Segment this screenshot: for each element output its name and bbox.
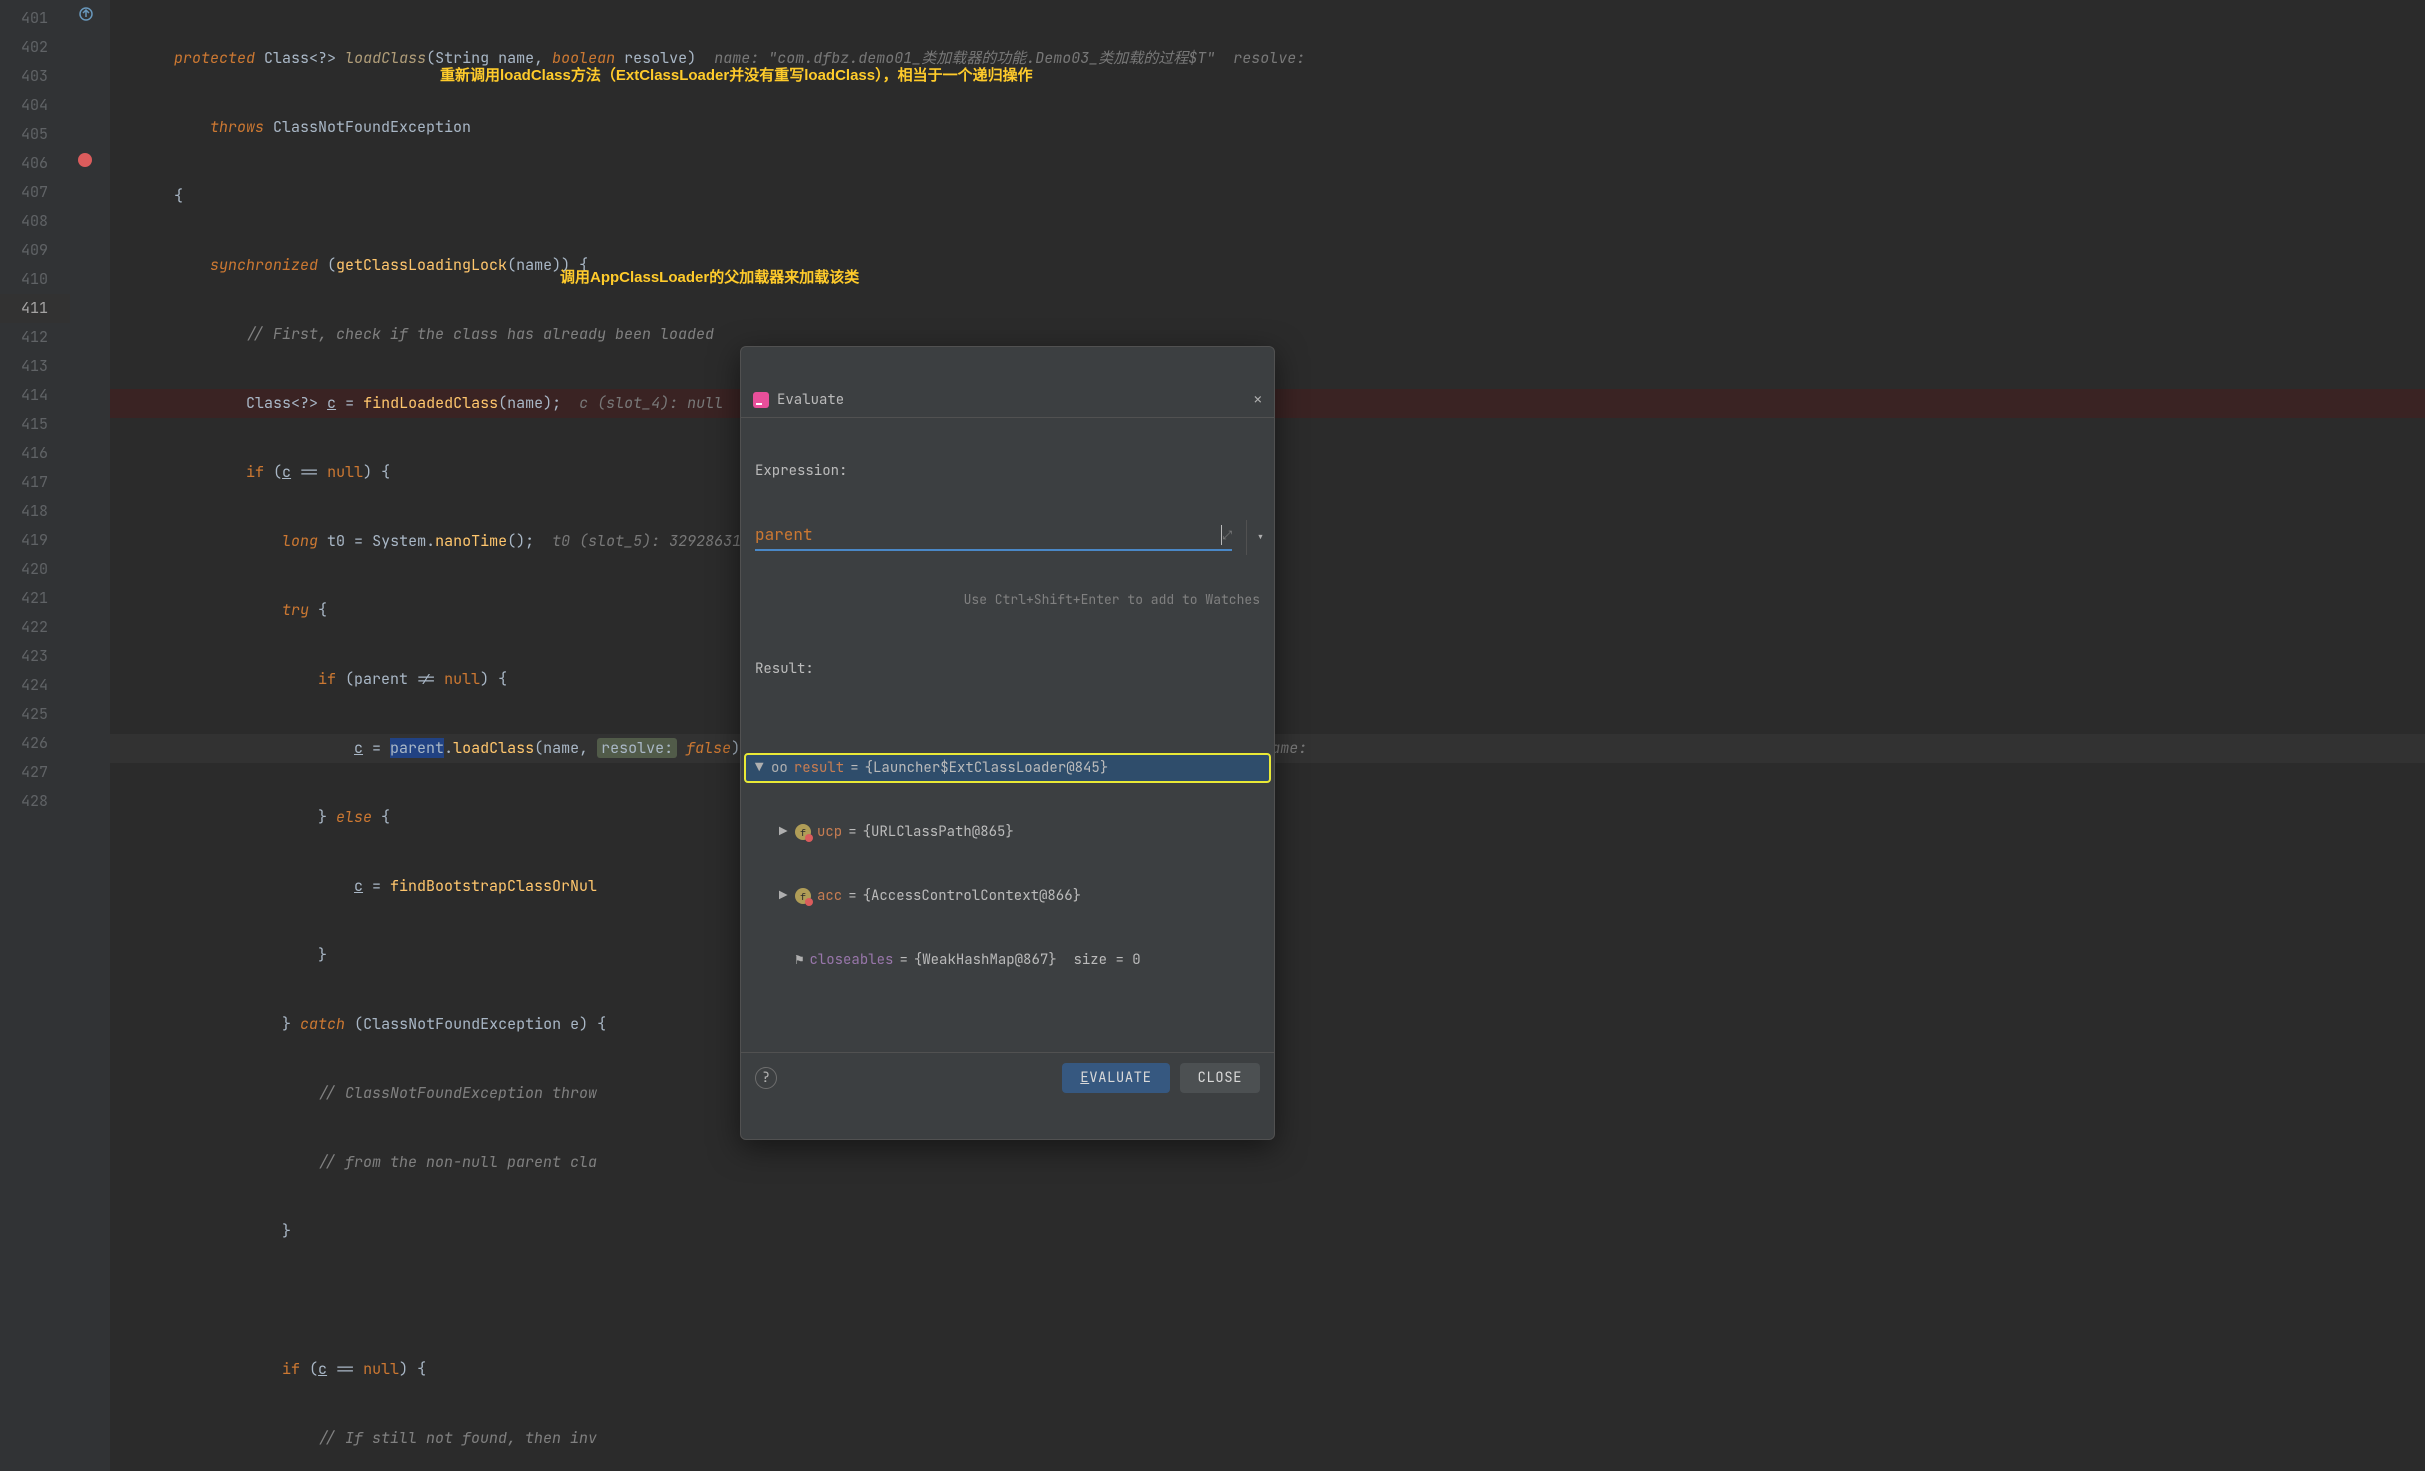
line-number[interactable]: 420: [0, 555, 70, 584]
flag-icon: ⚑: [795, 951, 803, 969]
code-editor: 4014024034044054064074084094104114124134…: [0, 0, 2425, 1471]
result-field-node[interactable]: ⚑ closeables = {WeakHashMap@867} size = …: [745, 946, 1270, 974]
code-line: {: [110, 182, 2425, 211]
line-number[interactable]: 403: [0, 62, 70, 91]
code-line: // First, check if the class has already…: [110, 320, 2425, 349]
line-number[interactable]: 408: [0, 207, 70, 236]
line-number[interactable]: 413: [0, 352, 70, 381]
line-number[interactable]: 409: [0, 236, 70, 265]
line-number[interactable]: 422: [0, 613, 70, 642]
close-button[interactable]: CLOSE: [1180, 1063, 1261, 1093]
override-method-icon[interactable]: [78, 6, 96, 24]
line-number[interactable]: 406: [0, 149, 70, 178]
result-label: Result:: [741, 652, 1274, 682]
line-number[interactable]: 412: [0, 323, 70, 352]
history-dropdown-icon[interactable]: ▾: [1246, 520, 1274, 555]
param-name-hint: resolve:: [597, 738, 677, 758]
code-line: if (c == null) {: [110, 1355, 2425, 1384]
line-number[interactable]: 418: [0, 497, 70, 526]
result-field-node[interactable]: ▶ f acc = {AccessControlContext@866}: [745, 882, 1270, 910]
breakpoint-icon[interactable]: [78, 153, 92, 167]
annotation-text: 调用AppClassLoader的父加载器来加载该类: [560, 266, 859, 287]
code-area[interactable]: protected Class<?> loadClass(String name…: [110, 0, 2425, 1471]
line-number[interactable]: 423: [0, 642, 70, 671]
dialog-title: Evaluate: [777, 391, 1246, 409]
evaluate-button[interactable]: EVALUATE: [1062, 1063, 1169, 1093]
code-line: throws ClassNotFoundException: [110, 113, 2425, 142]
dialog-footer: ? EVALUATE CLOSE: [741, 1052, 1274, 1103]
line-number[interactable]: 416: [0, 439, 70, 468]
code-line: synchronized (getClassLoadingLock(name))…: [110, 251, 2425, 280]
expression-field-wrapper: parent ⤢: [755, 520, 1232, 551]
annotation-text: 重新调用loadClass方法（ExtClassLoader并没有重写loadC…: [440, 64, 1033, 85]
line-number[interactable]: 419: [0, 526, 70, 555]
tree-toggle-icon[interactable]: ▶: [779, 887, 789, 905]
expression-label: Expression:: [741, 454, 1274, 484]
debug-inlay: c (slot_4): null: [579, 393, 723, 413]
code-line: // If still not found, then inv: [110, 1424, 2425, 1453]
close-icon[interactable]: ✕: [1254, 391, 1262, 409]
code-line: // from the non-null parent cla: [110, 1148, 2425, 1177]
line-number[interactable]: 415: [0, 410, 70, 439]
intellij-icon: [753, 392, 769, 408]
line-number[interactable]: 410: [0, 265, 70, 294]
gutter-marker-strip: [70, 0, 110, 1471]
line-number[interactable]: 402: [0, 33, 70, 62]
help-icon[interactable]: ?: [755, 1067, 777, 1089]
line-number-gutter: 4014024034044054064074084094104114124134…: [0, 0, 70, 1471]
code-line: [110, 1286, 2425, 1315]
line-number[interactable]: 407: [0, 178, 70, 207]
line-number[interactable]: 421: [0, 584, 70, 613]
line-number[interactable]: 426: [0, 729, 70, 758]
tree-toggle-icon[interactable]: ▶: [779, 823, 789, 841]
field-icon: f: [795, 888, 811, 904]
line-number[interactable]: 425: [0, 700, 70, 729]
line-number[interactable]: 411: [0, 294, 70, 323]
line-number[interactable]: 414: [0, 381, 70, 410]
line-number[interactable]: 427: [0, 758, 70, 787]
line-number[interactable]: 401: [0, 4, 70, 33]
code-line: }: [110, 1217, 2425, 1246]
line-number[interactable]: 424: [0, 671, 70, 700]
line-number[interactable]: 428: [0, 787, 70, 816]
result-root-node[interactable]: ▼ oo result = {Launcher$ExtClassLoader@8…: [745, 754, 1270, 782]
line-number[interactable]: 404: [0, 91, 70, 120]
expression-input[interactable]: parent: [755, 520, 1221, 549]
tree-toggle-icon[interactable]: ▼: [755, 759, 765, 777]
line-number[interactable]: 417: [0, 468, 70, 497]
dialog-titlebar[interactable]: Evaluate ✕: [741, 383, 1274, 418]
result-tree: ▼ oo result = {Launcher$ExtClassLoader@8…: [741, 718, 1274, 1016]
evaluate-dialog: Evaluate ✕ Expression: parent ⤢ ▾ Use Ct…: [740, 346, 1275, 1140]
result-field-node[interactable]: ▶ f ucp = {URLClassPath@865}: [745, 818, 1270, 846]
field-icon: f: [795, 824, 811, 840]
line-number[interactable]: 405: [0, 120, 70, 149]
shortcut-hint: Use Ctrl+Shift+Enter to add to Watches: [741, 591, 1274, 616]
expand-icon[interactable]: ⤢: [1222, 527, 1232, 543]
